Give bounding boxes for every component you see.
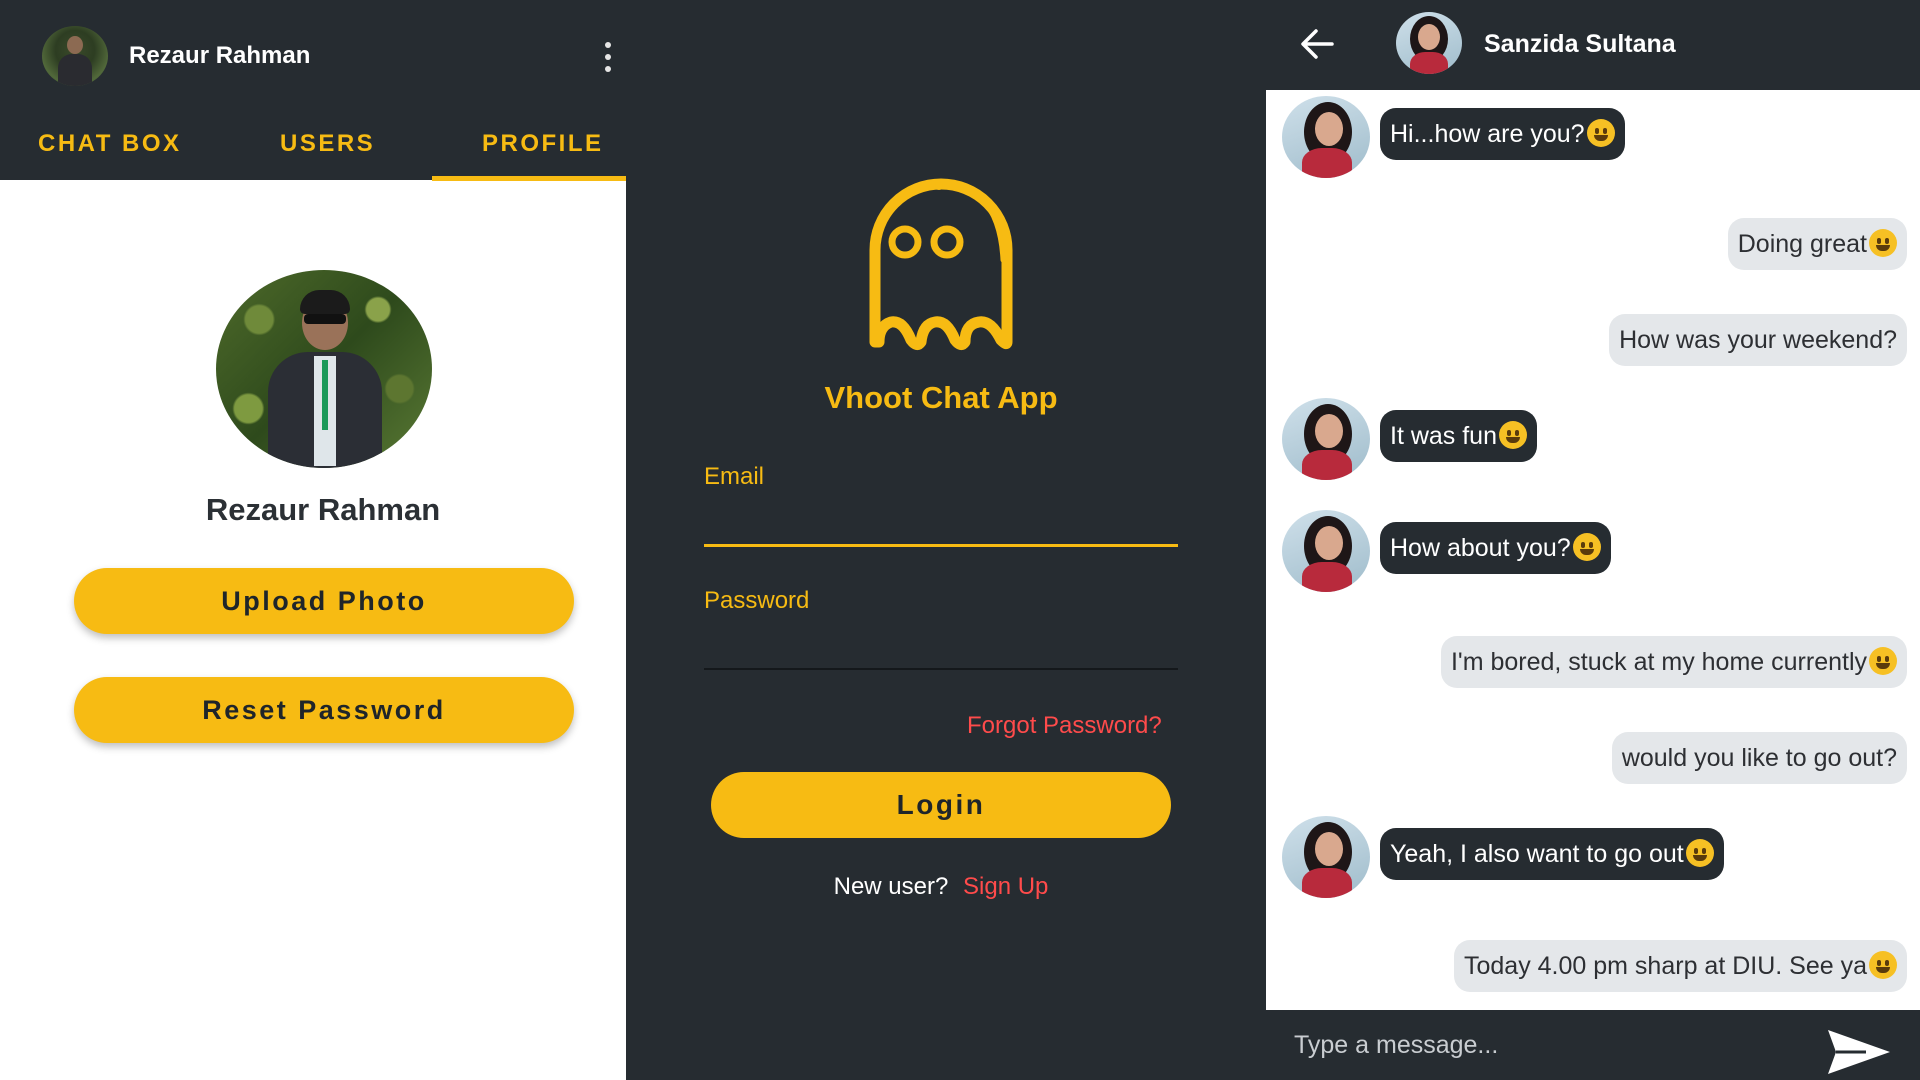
sender-avatar xyxy=(1282,510,1370,592)
forgot-password-link[interactable]: Forgot Password? xyxy=(967,712,1162,740)
email-label: Email xyxy=(704,463,765,490)
message-text: I'm bored, stuck at my home currently xyxy=(1450,648,1867,676)
arrow-back-icon[interactable] xyxy=(1300,28,1334,60)
send-icon[interactable] xyxy=(1826,1026,1892,1078)
profile-screen: Rezaur Rahman CHAT BOX USERS PROFILE Rez… xyxy=(0,0,626,1080)
thinking-emoji xyxy=(1572,533,1601,561)
sender-avatar xyxy=(1282,816,1370,898)
message-bubble-outgoing: How was your weekend? xyxy=(1609,314,1907,366)
app-screens-collage: Rezaur Rahman CHAT BOX USERS PROFILE Rez… xyxy=(0,0,1920,1080)
profile-photo xyxy=(216,270,432,468)
chat-app-bar: Sanzida Sultana xyxy=(1266,0,1920,90)
grin-emoji xyxy=(1499,421,1527,449)
message-text: Yeah, I also want to go out xyxy=(1390,840,1684,868)
chat-screen: Sanzida Sultana Hi...how are you? Doing … xyxy=(1266,0,1920,1080)
message-bubble-outgoing: I'm bored, stuck at my home currently xyxy=(1440,636,1907,688)
header-user-name: Rezaur Rahman xyxy=(129,42,311,69)
more-vert-icon[interactable] xyxy=(600,42,616,72)
reset-password-button[interactable]: Reset Password xyxy=(74,677,574,743)
header-avatar[interactable] xyxy=(42,26,108,86)
message-bubble-incoming: How about you? xyxy=(1380,522,1611,574)
message-text: Hi...how are you? xyxy=(1390,120,1585,148)
password-field[interactable] xyxy=(704,620,1178,666)
wink-emoji xyxy=(1869,229,1897,257)
upload-photo-button[interactable]: Upload Photo xyxy=(74,568,574,634)
smiley-emoji xyxy=(1685,839,1714,867)
ghost-icon xyxy=(869,178,1013,351)
message-bubble-incoming: Hi...how are you? xyxy=(1380,108,1625,160)
email-field[interactable] xyxy=(704,496,1178,542)
unamused-emoji xyxy=(1869,647,1897,675)
message-list: Hi...how are you? Doing great How was yo… xyxy=(1266,90,1920,1010)
tab-profile[interactable]: PROFILE xyxy=(482,130,604,158)
contact-name: Sanzida Sultana xyxy=(1484,30,1676,58)
login-screen: Vhoot Chat App Email Password Forgot Pas… xyxy=(626,0,1266,1080)
message-text: Today 4.00 pm sharp at DIU. See ya xyxy=(1464,952,1867,980)
tab-users[interactable]: USERS xyxy=(280,130,375,158)
tab-bar: CHAT BOX USERS PROFILE xyxy=(0,118,626,181)
sender-avatar xyxy=(1282,96,1370,178)
new-user-prompt: New user? xyxy=(833,873,949,900)
message-text: Doing great xyxy=(1737,230,1867,258)
profile-name: Rezaur Rahman xyxy=(205,492,441,527)
password-label: Password xyxy=(704,587,810,614)
message-bubble-outgoing: Today 4.00 pm sharp at DIU. See ya xyxy=(1454,940,1907,992)
new-user-row: New user? Sign Up xyxy=(626,873,1256,901)
message-composer xyxy=(1266,1010,1920,1080)
message-text: would you like to go out? xyxy=(1621,744,1897,772)
message-text: It was fun xyxy=(1390,422,1497,450)
message-text: How about you? xyxy=(1390,534,1571,562)
email-underline xyxy=(704,544,1178,547)
message-bubble-incoming: It was fun xyxy=(1380,410,1537,462)
smiley-emoji xyxy=(1586,119,1615,147)
app-title: Vhoot Chat App xyxy=(824,380,1058,415)
message-bubble-incoming: Yeah, I also want to go out xyxy=(1380,828,1724,880)
sign-up-link[interactable]: Sign Up xyxy=(963,873,1048,900)
tab-chat-box[interactable]: CHAT BOX xyxy=(38,130,182,158)
profile-app-bar: Rezaur Rahman CHAT BOX USERS PROFILE xyxy=(0,0,626,181)
password-underline xyxy=(704,668,1178,670)
sender-avatar xyxy=(1282,398,1370,480)
message-input[interactable] xyxy=(1294,1022,1814,1068)
message-bubble-outgoing: would you like to go out? xyxy=(1611,732,1907,784)
contact-avatar[interactable] xyxy=(1396,12,1462,74)
login-button[interactable]: Login xyxy=(711,772,1171,838)
message-bubble-outgoing: Doing great xyxy=(1727,218,1907,270)
kiss-emoji xyxy=(1869,951,1897,979)
message-text: How was your weekend? xyxy=(1619,326,1897,354)
tab-selected-indicator xyxy=(432,176,626,181)
